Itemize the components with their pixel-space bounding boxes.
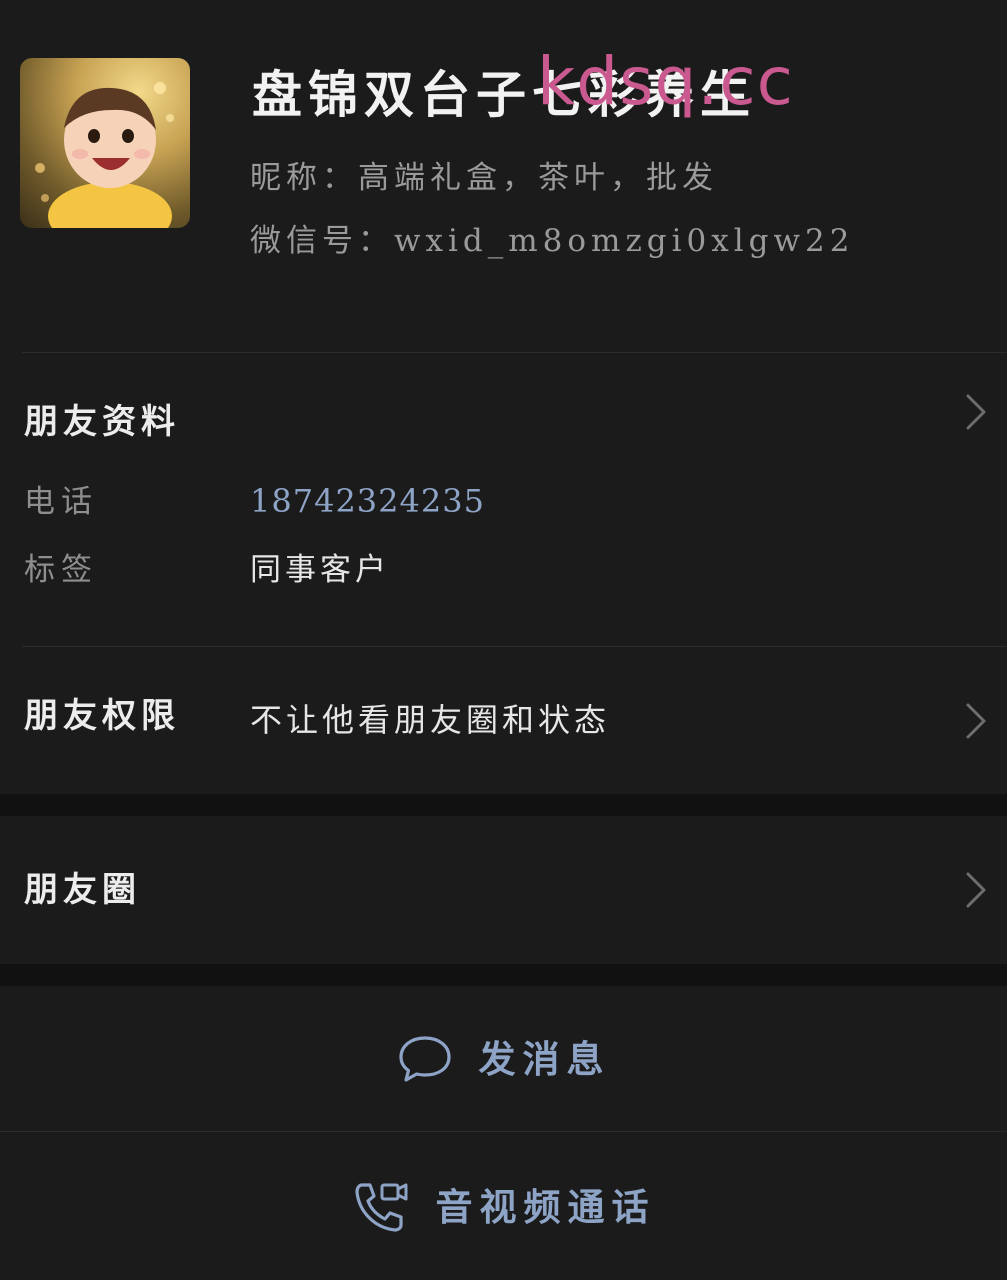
av-call-button[interactable]: 音视频通话 [0, 1158, 1007, 1256]
phone-video-icon [354, 1183, 407, 1232]
chevron-right-icon [965, 872, 987, 908]
divider [0, 1131, 1007, 1132]
watermark: kdsq.cc [537, 43, 794, 120]
chat-bubble-icon [398, 1036, 451, 1082]
divider [22, 646, 1007, 647]
section-gap [0, 964, 1007, 986]
friend-permissions-value: 不让他看朋友圈和状态 [250, 701, 611, 739]
moments-title: 朋友圈 [24, 870, 141, 910]
section-gap [0, 794, 1007, 816]
profile-header: 盘锦双台子七彩养生 kdsq.cc 昵称：高端礼盒，茶叶，批发 微信号：wxid… [0, 0, 1007, 352]
wechat-id: 微信号：wxid_m8omzgi0xlgw22 [250, 223, 855, 259]
friend-permissions-title: 朋友权限 [24, 696, 180, 736]
av-call-label: 音视频通话 [435, 1185, 656, 1229]
tag-value: 同事客户 [250, 552, 390, 588]
send-message-button[interactable]: 发消息 [0, 1010, 1007, 1108]
tag-label: 标签 [24, 552, 98, 588]
chevron-right-icon [965, 703, 987, 739]
phone-number[interactable]: 18742324235 [250, 481, 485, 521]
baby-avatar-image [35, 82, 174, 228]
friend-info-title: 朋友资料 [24, 402, 180, 442]
avatar[interactable] [20, 58, 190, 228]
nickname: 昵称：高端礼盒，茶叶，批发 [250, 160, 718, 196]
divider [22, 352, 1007, 353]
send-message-label: 发消息 [478, 1037, 611, 1081]
chevron-right-icon [965, 394, 987, 430]
phone-label: 电话 [24, 484, 98, 520]
